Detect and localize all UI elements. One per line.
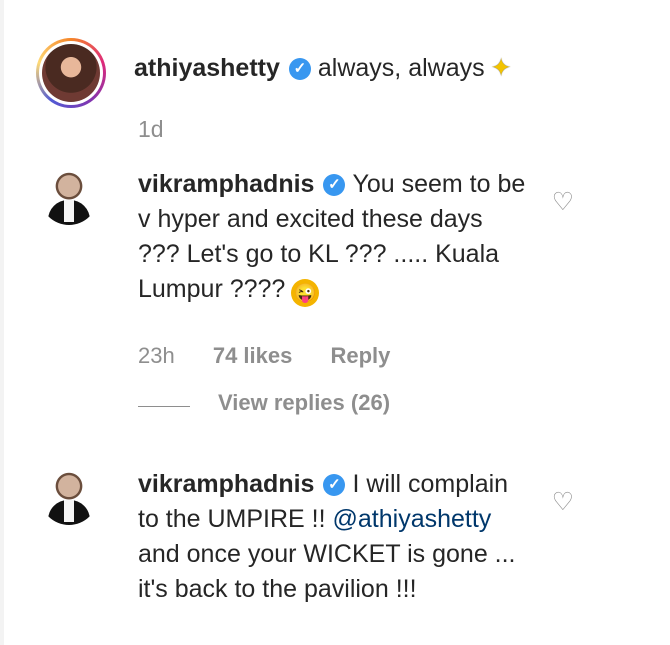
- reply-text-line: I will complain: [352, 470, 509, 498]
- reply-line-1: vikramphadnis ✓ You seem to be: [138, 167, 548, 202]
- mention-link[interactable]: @athiyashetty: [333, 505, 492, 533]
- verified-badge-icon: ✓: [323, 474, 346, 497]
- athiyashetty-avatar[interactable]: [36, 38, 106, 108]
- post-username[interactable]: athiyashetty: [134, 54, 280, 82]
- like-heart-icon[interactable]: ♡: [552, 487, 574, 517]
- post-text: always, always: [317, 54, 485, 82]
- second-reply-line-2: to the UMPIRE !! @athiyashetty: [138, 502, 548, 537]
- sparkles-icon: ✦: [490, 54, 512, 82]
- avatar-shirt: [64, 200, 74, 222]
- reply-meta: 23h 74 likes Reply: [138, 343, 390, 369]
- like-heart-icon[interactable]: ♡: [552, 187, 574, 217]
- second-reply-line-4: it's back to the pavilion !!!: [138, 575, 417, 603]
- verified-badge-icon: ✓: [323, 174, 346, 197]
- reply-button[interactable]: Reply: [330, 343, 390, 368]
- reply-username[interactable]: vikramphadnis: [138, 170, 314, 198]
- second-reply-username[interactable]: vikramphadnis: [138, 470, 314, 498]
- second-reply-comment: vikramphadnis ✓ I will complain to the UMP…: [40, 467, 600, 607]
- second-reply-line-3: and once your WICKET is gone ...: [138, 540, 516, 568]
- reply-text-line: to the UMPIRE !!: [138, 505, 333, 533]
- view-replies-link[interactable]: View replies (26): [218, 390, 390, 416]
- reply-timestamp: 23h: [138, 343, 175, 368]
- tongue-wink-emoji: 😜: [291, 279, 320, 307]
- reply-text-line: You seem to be: [352, 170, 526, 198]
- original-post: athiyashetty ✓ always, always ✦: [36, 34, 636, 114]
- comments-panel: athiyashetty ✓ always, always ✦ 1d vikramph…: [0, 0, 670, 645]
- reply-line-2: v hyper and excited these days: [138, 205, 483, 233]
- post-caption: athiyashetty ✓ always, always ✦: [134, 52, 512, 84]
- second-reply-line-1: vikramphadnis ✓ I will complain: [138, 467, 548, 502]
- reply-line-3: ??? Let's go to KL ??? ..... Kuala: [138, 240, 500, 268]
- reply-line-4: Lumpur ???? 😜: [138, 272, 548, 307]
- view-replies-divider: [138, 406, 190, 407]
- second-reply-text: vikramphadnis ✓ I will complain to the UMP…: [138, 467, 548, 607]
- avatar-inner: [39, 41, 103, 105]
- verified-badge-icon: ✓: [288, 58, 311, 81]
- avatar-shirt: [64, 500, 74, 522]
- vikramphadnis-avatar[interactable]: [40, 467, 98, 525]
- post-timestamp: 1d: [138, 116, 164, 142]
- reply-text: vikramphadnis ✓ You seem to be v hyper and…: [138, 167, 548, 307]
- vikramphadnis-avatar[interactable]: [40, 167, 98, 225]
- left-border: [0, 0, 4, 645]
- avatar-photo: [42, 44, 100, 102]
- reply-comment: vikramphadnis ✓ You seem to be v hyper and…: [40, 167, 600, 417]
- likes-count[interactable]: 74 likes: [213, 343, 293, 368]
- reply-text-line: Lumpur ????: [138, 275, 286, 303]
